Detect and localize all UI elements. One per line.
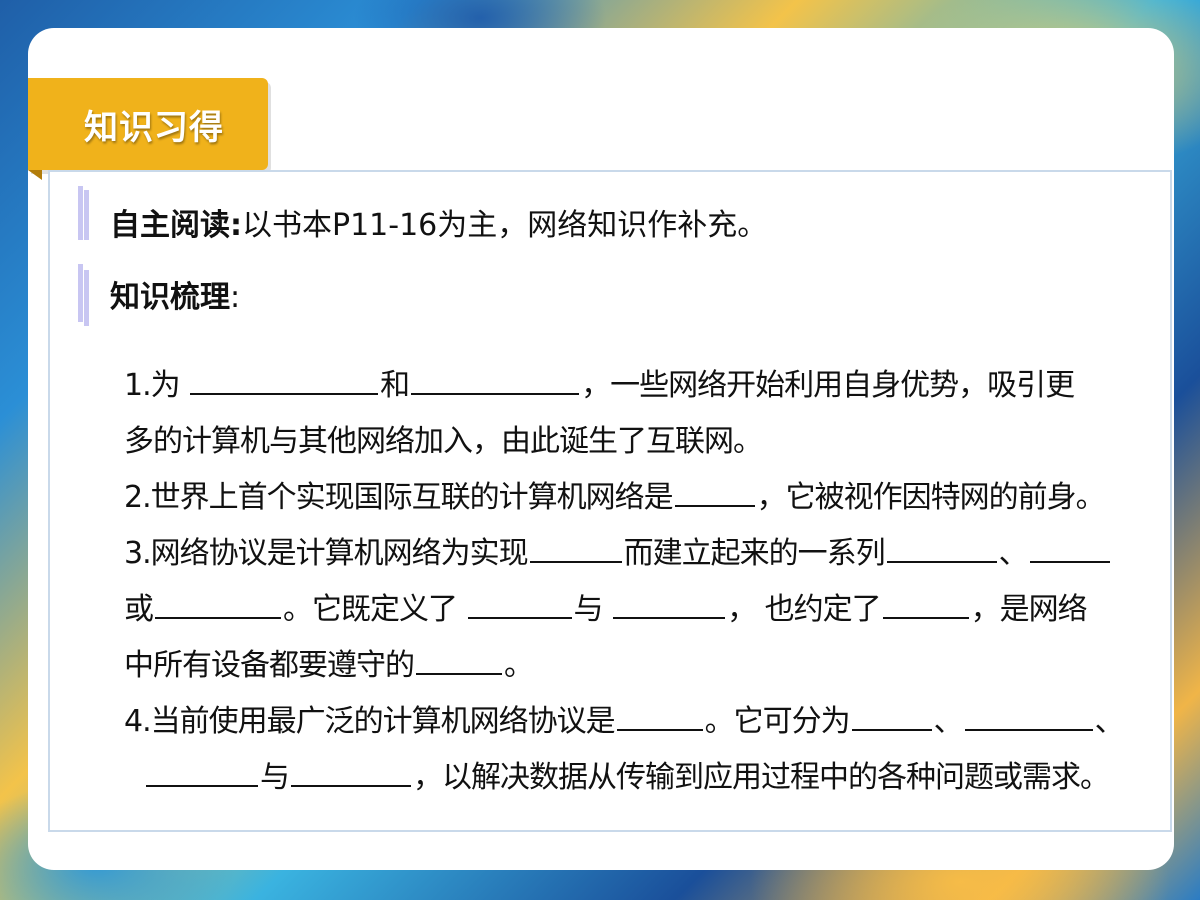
outline-heading: 知识梳理:: [110, 272, 240, 316]
question-4-line-2: 与 ，以解决数据从传输到应用过程中的各种问题或需求。: [124, 750, 1134, 806]
section-tag-label: 知识习得: [84, 107, 224, 148]
answer-blank[interactable]: [291, 757, 411, 787]
answer-blank[interactable]: [411, 365, 580, 395]
question-text: ，一些网络开始利用自身优势，吸引更: [581, 368, 1075, 403]
outline-label: 知识梳理: [110, 280, 230, 315]
section-tag: 知识习得: [28, 78, 268, 170]
tag-fold-shadow: [28, 170, 42, 180]
question-text: 2.世界上首个实现国际互联的计算机网络是: [124, 480, 674, 515]
answer-blank[interactable]: [886, 533, 997, 563]
question-text: 与: [260, 760, 290, 795]
answer-blank[interactable]: [155, 589, 281, 619]
question-text: 、: [1094, 704, 1125, 739]
question-text: 多的计算机与其他网络加入，由此诞生了互联网。: [124, 424, 763, 459]
accent-bar: [78, 186, 83, 240]
question-text: 、: [933, 704, 964, 739]
question-3-line-3: 中所有设备都要遵守的 。: [124, 638, 1134, 694]
question-4-line-1: 4.当前使用最广泛的计算机网络协议是 。它可分为 、 、: [124, 694, 1134, 750]
question-text: 或: [124, 592, 154, 627]
question-text: 。它可分为: [704, 704, 851, 739]
question-3-line-2: 或 。它既定义了 与 ， 也约定了 ，是网络: [124, 582, 1134, 638]
question-text: 中所有设备都要遵守的: [124, 648, 415, 683]
question-text: 3.网络协议是计算机网络为实现: [124, 536, 529, 571]
answer-blank[interactable]: [882, 589, 969, 619]
question-text: 与: [573, 592, 604, 627]
accent-bar: [78, 264, 83, 322]
answer-blank[interactable]: [851, 701, 932, 731]
reading-instruction: 自主阅读:以书本P11-16为主，网络知识作补充。: [110, 200, 767, 244]
fill-in-questions: 1.为 和 ，一些网络开始利用自身优势，吸引更 多的计算机与其他网络加入，由此诞生…: [124, 358, 1134, 806]
answer-blank[interactable]: [146, 757, 258, 787]
question-text: 。: [504, 648, 534, 683]
answer-blank[interactable]: [529, 533, 622, 563]
answer-blank[interactable]: [1029, 533, 1110, 563]
question-text: ， 也约定了: [727, 592, 882, 627]
question-text: 1.为: [124, 368, 181, 403]
question-text: 而建立起来的一系列: [623, 536, 886, 571]
reading-text: 以书本P11-16为主，网络知识作补充。: [242, 208, 768, 243]
answer-blank[interactable]: [190, 365, 379, 395]
outline-suffix: :: [230, 280, 241, 315]
question-1-line-1: 1.为 和 ，一些网络开始利用自身优势，吸引更: [124, 358, 1134, 414]
question-text: 、: [998, 536, 1029, 571]
answer-blank[interactable]: [616, 701, 703, 731]
answer-blank[interactable]: [674, 477, 755, 507]
reading-label: 自主阅读:: [110, 208, 242, 243]
question-text: ，它被视作因特网的前身。: [756, 480, 1106, 515]
accent-bar: [84, 270, 89, 326]
question-2-line: 2.世界上首个实现国际互联的计算机网络是 ，它被视作因特网的前身。: [124, 470, 1134, 526]
question-text: 和: [380, 368, 410, 403]
question-text: ，是网络: [970, 592, 1088, 627]
answer-blank[interactable]: [467, 589, 572, 619]
answer-blank[interactable]: [613, 589, 726, 619]
accent-bar: [84, 190, 89, 240]
question-1-line-2: 多的计算机与其他网络加入，由此诞生了互联网。: [124, 414, 1134, 470]
question-3-line-1: 3.网络协议是计算机网络为实现 而建立起来的一系列 、: [124, 526, 1134, 582]
answer-blank[interactable]: [416, 645, 502, 675]
answer-blank[interactable]: [964, 701, 1093, 731]
question-text: ，以解决数据从传输到应用过程中的各种问题或需求。: [413, 760, 1110, 795]
question-text: 4.当前使用最广泛的计算机网络协议是: [124, 704, 616, 739]
question-text: 。它既定义了: [283, 592, 458, 627]
